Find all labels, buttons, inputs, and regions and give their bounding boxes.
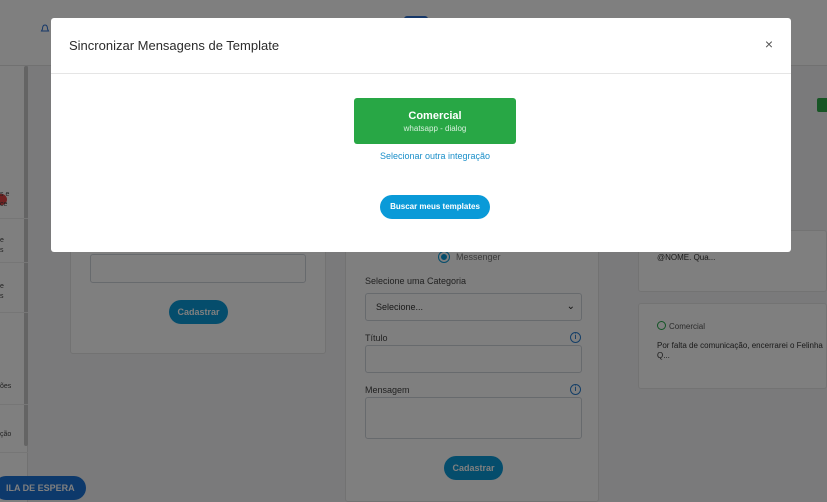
- modal-title: Sincronizar Mensagens de Template: [69, 38, 280, 53]
- search-templates-button[interactable]: Buscar meus templates: [380, 195, 490, 219]
- integration-name: Comercial: [408, 110, 462, 122]
- integration-detail: whatsapp - dialog: [403, 124, 467, 133]
- select-other-integration-link[interactable]: Selecionar outra integração: [51, 151, 819, 161]
- modal-header: Sincronizar Mensagens de Template ×: [51, 18, 791, 74]
- close-icon[interactable]: ×: [765, 37, 773, 51]
- sync-templates-modal: Sincronizar Mensagens de Template × Come…: [51, 18, 791, 252]
- integration-button[interactable]: Comercial whatsapp - dialog: [354, 98, 516, 144]
